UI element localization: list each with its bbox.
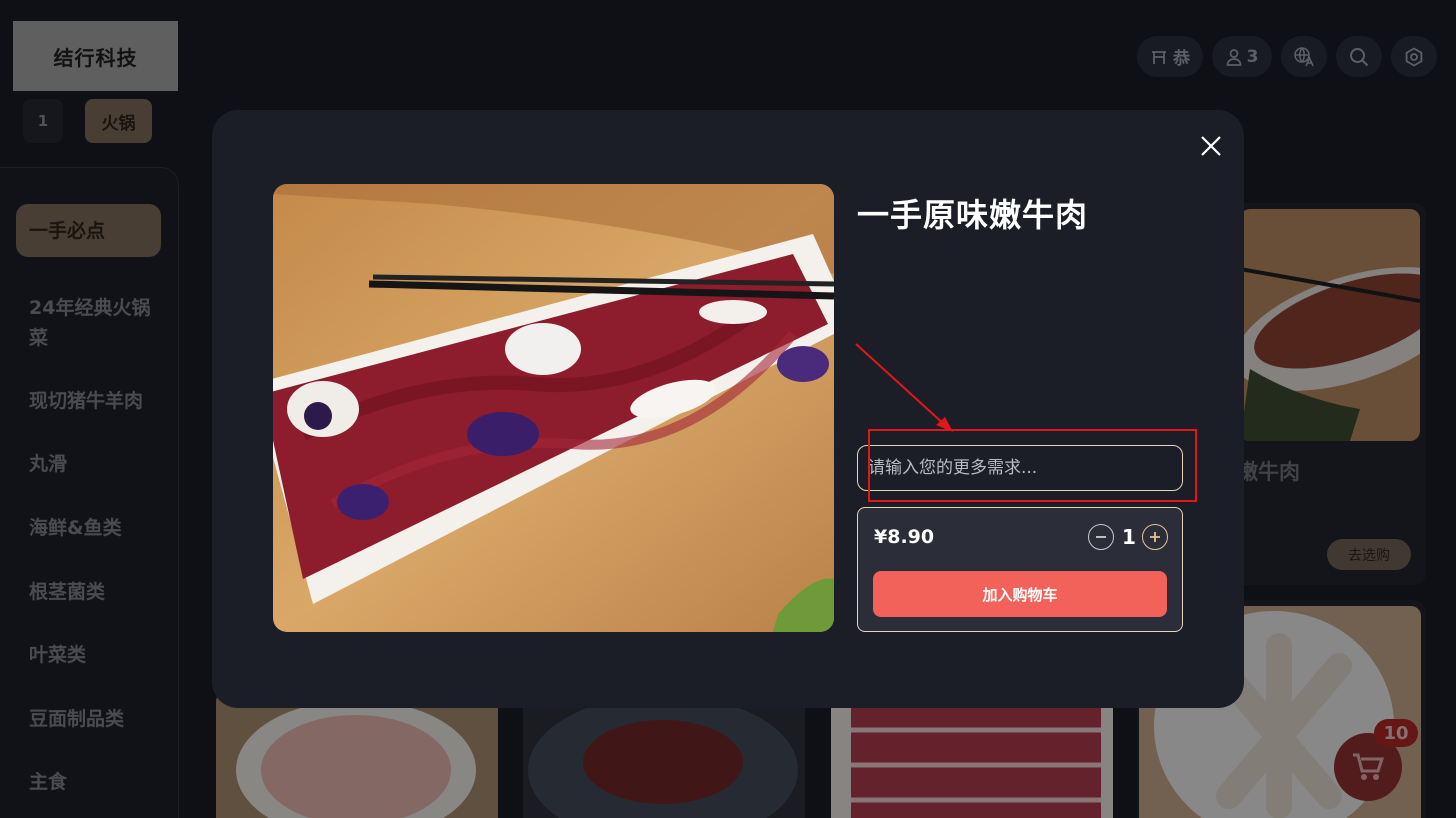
store-button[interactable]: 恭 bbox=[1137, 36, 1203, 77]
quantity-stepper: 1 bbox=[1088, 524, 1168, 550]
sidebar-item-7[interactable]: 豆面制品类 bbox=[29, 704, 159, 734]
close-icon bbox=[1201, 136, 1221, 156]
cart-icon bbox=[1353, 753, 1385, 780]
product-title: 一手原味嫩牛肉 bbox=[857, 196, 1089, 234]
sidebar-item-5[interactable]: 根茎菌类 bbox=[29, 577, 159, 607]
sidebar-item-1[interactable]: 24年经典火锅菜 bbox=[29, 293, 159, 353]
sidebar-item-8[interactable]: 主食 bbox=[29, 767, 159, 797]
plus-icon bbox=[1150, 532, 1160, 542]
brand-logo: 结行科技 bbox=[13, 21, 178, 91]
sidebar-item-2[interactable]: 现切猪牛羊肉 bbox=[29, 386, 159, 416]
close-button[interactable] bbox=[1195, 130, 1227, 162]
product-card[interactable] bbox=[216, 690, 498, 818]
purchase-panel: ¥8.90 1 加入购物车 bbox=[857, 507, 1183, 632]
table-number-badge: 1 bbox=[23, 99, 63, 143]
store-label: 恭 bbox=[1173, 49, 1190, 69]
background-product-name: 嫩牛肉 bbox=[1237, 460, 1300, 484]
sidebar-item-3[interactable]: 丸滑 bbox=[29, 449, 159, 479]
choose-button[interactable]: 去选购 bbox=[1327, 539, 1411, 570]
product-price: ¥8.90 bbox=[874, 526, 935, 548]
quantity-value: 1 bbox=[1122, 525, 1136, 549]
product-card[interactable] bbox=[523, 690, 805, 818]
add-to-cart-button[interactable]: 加入购物车 bbox=[873, 571, 1167, 617]
product-detail-modal: 一手原味嫩牛肉 ¥8.90 1 加入购物车 bbox=[212, 110, 1244, 708]
search-button[interactable] bbox=[1336, 36, 1382, 77]
language-button[interactable] bbox=[1281, 36, 1327, 77]
cart-count-badge: 10 bbox=[1374, 719, 1418, 747]
product-image bbox=[216, 690, 498, 818]
annotation-arrow bbox=[855, 343, 953, 432]
product-image bbox=[1240, 209, 1420, 441]
product-image bbox=[831, 690, 1113, 818]
search-icon bbox=[1350, 47, 1369, 66]
sidebar-item-6[interactable]: 叶菜类 bbox=[29, 640, 159, 670]
translate-icon bbox=[1294, 46, 1314, 66]
settings-button[interactable] bbox=[1391, 36, 1437, 77]
sidebar-item-4[interactable]: 海鲜&鱼类 bbox=[29, 513, 159, 543]
decrease-button[interactable] bbox=[1088, 524, 1114, 550]
store-icon bbox=[1152, 50, 1166, 64]
product-photo bbox=[273, 184, 834, 632]
user-icon bbox=[1226, 48, 1241, 66]
guest-count-button[interactable]: 3 bbox=[1212, 36, 1272, 77]
settings-icon bbox=[1405, 46, 1423, 67]
guest-count: 3 bbox=[1246, 46, 1259, 67]
tab-hotpot[interactable]: 火锅 bbox=[85, 99, 152, 143]
sidebar-item-0[interactable]: 一手必点 bbox=[16, 204, 161, 257]
increase-button[interactable] bbox=[1142, 524, 1168, 550]
product-card[interactable] bbox=[1230, 203, 1426, 585]
product-card[interactable] bbox=[831, 690, 1113, 818]
product-image bbox=[523, 690, 805, 818]
annotation-highlight-box bbox=[868, 429, 1197, 502]
minus-icon bbox=[1096, 536, 1106, 538]
top-toolbar: 恭 3 bbox=[1137, 36, 1437, 77]
